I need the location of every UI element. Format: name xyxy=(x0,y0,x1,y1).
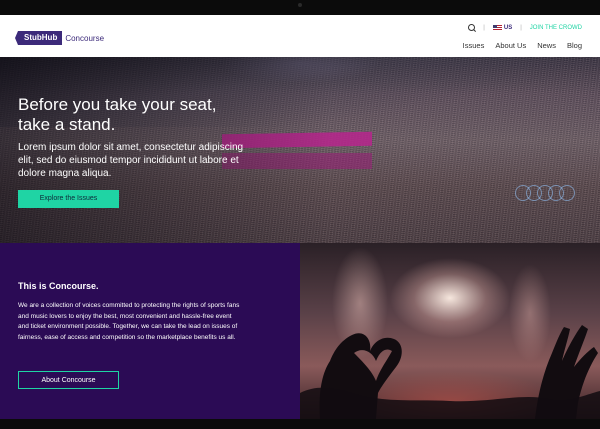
about-title-prefix: This is xyxy=(18,281,50,291)
logo-mark: StubHub xyxy=(14,31,63,45)
nav-item-about-us[interactable]: About Us xyxy=(495,41,526,50)
hero-section: Before you take your seat, take a stand.… xyxy=(0,57,600,243)
stubhub-concourse-logo[interactable]: StubHub Concourse xyxy=(14,31,105,45)
utility-bar: | US | JOIN THE CROWD xyxy=(468,24,582,31)
hero-title: Before you take your seat, take a stand. xyxy=(18,95,278,135)
hero-body: Lorem ipsum dolor sit amet, consectetur … xyxy=(18,142,244,179)
hero-title-line1: Before you take your seat, xyxy=(18,95,217,114)
about-title-bold: Concourse. xyxy=(49,281,99,291)
logo-name: Concourse xyxy=(65,33,105,43)
search-icon[interactable] xyxy=(468,24,476,31)
divider: | xyxy=(520,24,522,31)
divider: | xyxy=(483,24,485,31)
nav-item-news[interactable]: News xyxy=(537,41,556,50)
hero-title-line2: take a stand. xyxy=(18,115,116,134)
site-header: StubHub Concourse | US | JOIN THE CROWD … xyxy=(0,15,600,57)
about-concourse-button[interactable]: About Concourse xyxy=(18,371,119,389)
main-nav: Issues About Us News Blog xyxy=(463,41,582,50)
concert-crowd-image xyxy=(300,243,600,419)
us-flag-icon[interactable] xyxy=(492,24,502,31)
camera-dot xyxy=(298,3,302,7)
device-bottom-bezel xyxy=(0,419,600,429)
device-top-bezel xyxy=(0,0,600,15)
heart-hands-silhouette xyxy=(300,325,600,419)
about-body: We are a collection of voices committed … xyxy=(18,302,240,341)
explore-issues-button[interactable]: Explore the Issues xyxy=(18,190,119,208)
about-section: This is Concourse. We are a collection o… xyxy=(0,243,300,419)
region-selector[interactable]: US xyxy=(504,25,512,31)
join-the-crowd-link[interactable]: JOIN THE CROWD xyxy=(530,25,582,31)
about-title: This is Concourse. xyxy=(18,281,99,291)
nav-item-issues[interactable]: Issues xyxy=(463,41,485,50)
nav-item-blog[interactable]: Blog xyxy=(567,41,582,50)
olympic-rings-image xyxy=(515,185,575,201)
